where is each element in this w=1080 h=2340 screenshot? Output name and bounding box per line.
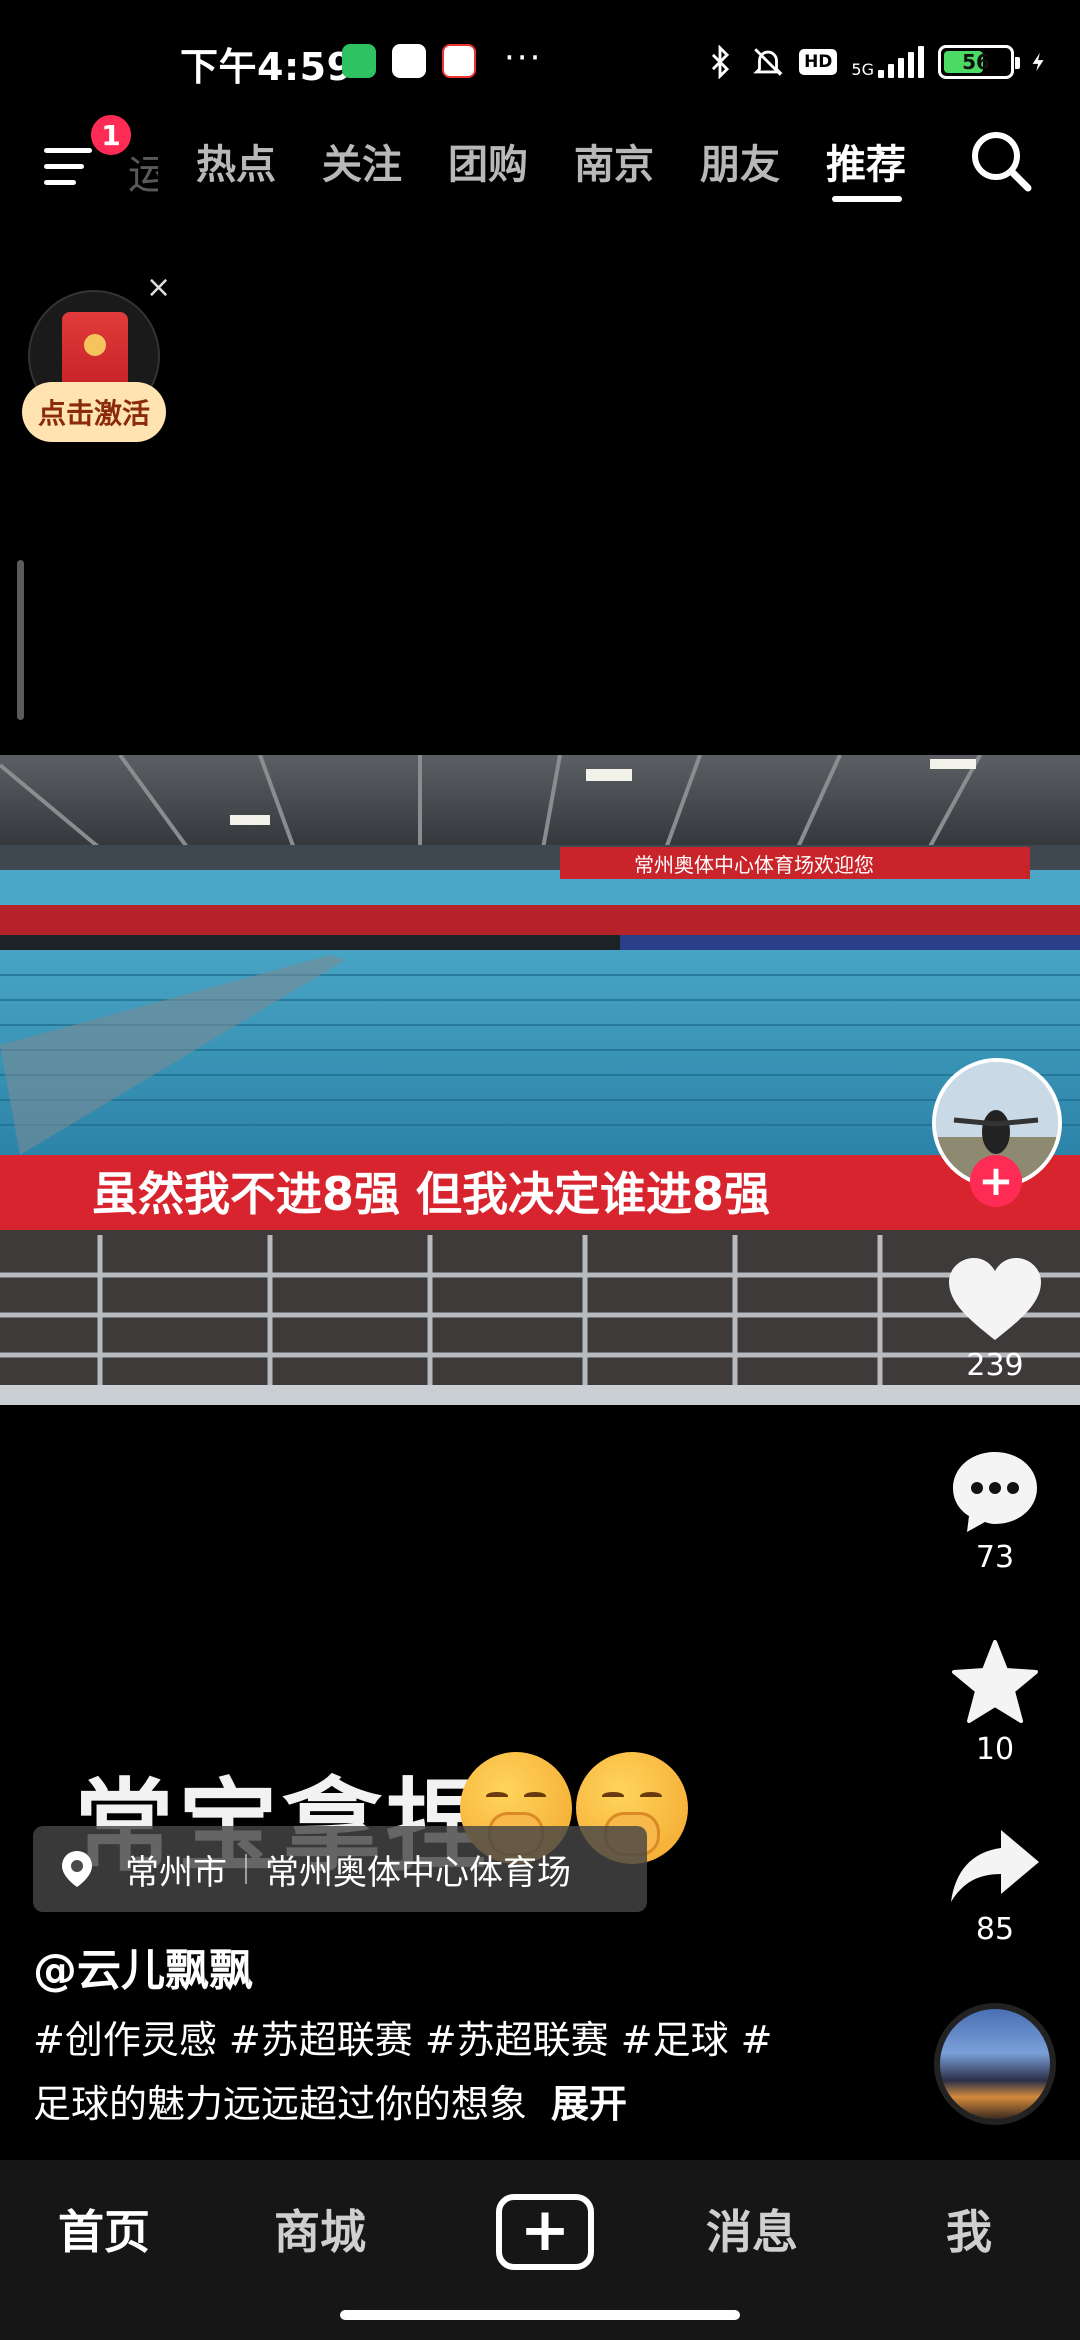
hd-badge: HD [799, 49, 838, 75]
music-disc[interactable] [934, 2003, 1056, 2125]
cloud-app-notification-icon [392, 44, 426, 78]
status-time: 下午4:59 [180, 45, 354, 89]
scroll-indicator [17, 560, 24, 720]
58-app-notification-icon [442, 44, 476, 78]
video-player[interactable]: 常州奥体中心体育场欢迎您 虽然我不进8强 但我决定谁进8强 [0, 755, 1080, 1405]
close-icon[interactable]: × [146, 270, 171, 305]
stadium-video-frame: 常州奥体中心体育场欢迎您 虽然我不进8强 但我决定谁进8强 [0, 755, 1080, 1405]
nav-home[interactable]: 首页 [58, 2196, 150, 2262]
tab-partial[interactable]: 运 [128, 142, 158, 200]
mute-bell-icon [753, 48, 783, 76]
tab-hot[interactable]: 热点 [196, 126, 276, 196]
bluetooth-icon [711, 45, 730, 79]
main-banner-text: 虽然我不进8强 但我决定谁进8强 [92, 1167, 770, 1221]
nav-me[interactable]: 我 [946, 2196, 992, 2262]
post-description[interactable]: #创作灵感 #苏超联赛 #苏超联赛 #足球 # 足球的魅力远远超过你的想象 展开 [33, 2008, 833, 2136]
status-bar: 下午4:59 ··· HD 5G 56 [0, 0, 1080, 120]
top-nav: 1 运 热点 关注 团购 南京 朋友 推荐 [0, 112, 1080, 222]
heart-icon [949, 1258, 1041, 1340]
favorite-action[interactable]: 10 [930, 1638, 1060, 1767]
location-tag[interactable]: 常州市 常州奥体中心体育场 [33, 1826, 647, 1912]
favorite-count: 10 [975, 1732, 1015, 1767]
like-count: 239 [966, 1348, 1024, 1383]
network-type: 5G [851, 60, 874, 79]
comment-action[interactable]: 73 [930, 1448, 1060, 1575]
tab-friends[interactable]: 朋友 [700, 126, 780, 196]
battery-icon: 56 [938, 45, 1020, 79]
comment-icon [953, 1452, 1037, 1532]
location-divider [245, 1854, 247, 1884]
location-pin-icon [62, 1851, 92, 1887]
location-venue: 常州奥体中心体育场 [265, 1852, 571, 1893]
battery-level: 56 [962, 50, 990, 74]
share-count: 85 [975, 1912, 1015, 1947]
home-indicator[interactable] [340, 2310, 740, 2320]
wechat-notification-icon [342, 44, 376, 78]
description-text: 足球的魅力远远超过你的想象 [33, 2082, 528, 2126]
search-icon[interactable] [966, 126, 1036, 196]
nav-messages[interactable]: 消息 [706, 2196, 798, 2262]
comment-count: 73 [975, 1540, 1015, 1575]
tab-recommend[interactable]: 推荐 [826, 126, 906, 196]
description-hashtags[interactable]: #创作灵感 #苏超联赛 #苏超联赛 #足球 # [33, 2008, 833, 2072]
charging-icon [1032, 52, 1044, 72]
more-notifications-icon: ··· [504, 38, 543, 78]
location-city: 常州市 [125, 1852, 227, 1893]
like-action[interactable]: 239 [930, 1256, 1060, 1383]
follow-button[interactable]: + [970, 1155, 1022, 1207]
tab-nanjing[interactable]: 南京 [574, 126, 654, 196]
active-tab-indicator [832, 196, 902, 202]
tab-group-buy[interactable]: 团购 [448, 126, 528, 196]
author-name[interactable]: @云儿飘飘 [33, 1934, 253, 1998]
share-action[interactable]: 85 [930, 1826, 1060, 1947]
expand-button[interactable]: 展开 [551, 2082, 627, 2126]
nav-mall[interactable]: 商城 [274, 2196, 366, 2262]
activate-button[interactable]: 点击激活 [22, 382, 166, 442]
create-post-button[interactable]: + [496, 2194, 594, 2270]
plus-icon: + [519, 2195, 571, 2265]
stadium-welcome-banner: 常州奥体中心体育场欢迎您 [634, 853, 874, 877]
tab-following[interactable]: 关注 [322, 126, 402, 196]
cellular-signal-icon: 5G [851, 46, 924, 78]
star-icon [952, 1640, 1038, 1723]
share-arrow-icon [951, 1830, 1039, 1902]
